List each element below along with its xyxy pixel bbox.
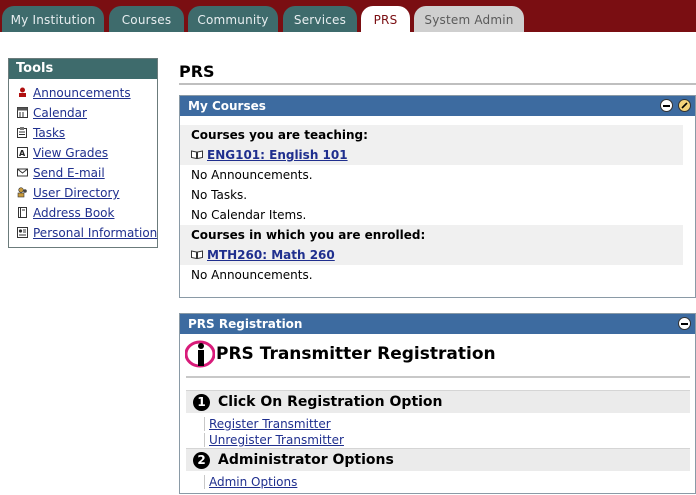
- register-transmitter-link[interactable]: Register Transmitter: [204, 417, 331, 431]
- tools-panel: Tools Announcements Calendar Tasks A View…: [8, 58, 158, 248]
- announcements-icon: [17, 87, 28, 98]
- step-2-label: Administrator Options: [218, 452, 394, 468]
- step-2-number: 2: [193, 452, 210, 469]
- email-icon: [17, 167, 28, 178]
- tools-item-send-email[interactable]: Send E-mail: [9, 163, 157, 183]
- grades-icon: A: [17, 147, 28, 158]
- tools-item-tasks[interactable]: Tasks: [9, 123, 157, 143]
- my-courses-panel: My Courses Courses you are teaching: ENG…: [179, 95, 696, 298]
- teaching-calendar: No Calendar Items.: [191, 208, 307, 222]
- tools-title: Tools: [9, 59, 157, 79]
- edit-icon[interactable]: [678, 99, 691, 112]
- minimize-icon[interactable]: [660, 99, 673, 112]
- tab-community[interactable]: Community: [188, 6, 278, 32]
- prs-registration-header: PRS Registration: [180, 314, 695, 334]
- tab-system-admin[interactable]: System Admin: [414, 6, 524, 32]
- registration-divider: [186, 376, 690, 378]
- admin-options-link[interactable]: Admin Options: [204, 475, 297, 489]
- course-link-eng101[interactable]: ENG101: English 101: [207, 148, 348, 162]
- top-tab-bar: My Institution Courses Community Service…: [0, 0, 696, 32]
- prs-registration-panel: PRS Registration PRS Transmitter Registr…: [179, 313, 696, 494]
- unregister-transmitter-link[interactable]: Unregister Transmitter: [204, 433, 344, 447]
- my-courses-title: My Courses: [188, 99, 266, 113]
- page-title: PRS: [179, 62, 215, 81]
- tools-item-announcements[interactable]: Announcements: [9, 83, 157, 103]
- enrolled-heading: Courses in which you are enrolled:: [180, 225, 683, 245]
- teaching-course-row: ENG101: English 101: [180, 145, 683, 165]
- tab-my-institution[interactable]: My Institution: [2, 6, 104, 32]
- step-1-band: 1 Click On Registration Option: [186, 390, 690, 413]
- course-book-icon: [191, 145, 203, 160]
- teaching-heading: Courses you are teaching:: [180, 125, 683, 145]
- title-divider: [179, 83, 696, 85]
- tools-item-view-grades[interactable]: A View Grades: [9, 143, 157, 163]
- prs-registration-heading: PRS Transmitter Registration: [216, 344, 496, 364]
- svg-text:A: A: [19, 149, 26, 158]
- address-book-icon: [17, 207, 28, 218]
- tab-prs[interactable]: PRS: [361, 6, 410, 32]
- tools-item-user-directory[interactable]: User Directory: [9, 183, 157, 203]
- tab-courses[interactable]: Courses: [109, 6, 184, 32]
- tools-item-personal-information[interactable]: Personal Information: [9, 223, 157, 243]
- personal-info-icon: [17, 227, 28, 238]
- prs-logo-icon: [184, 340, 216, 368]
- tools-item-calendar[interactable]: Calendar: [9, 103, 157, 123]
- step-2-band: 2 Administrator Options: [186, 448, 690, 471]
- course-link-mth260[interactable]: MTH260: Math 260: [207, 248, 335, 262]
- user-directory-icon: [17, 187, 28, 198]
- tasks-icon: [17, 127, 28, 138]
- prs-registration-title: PRS Registration: [188, 317, 303, 331]
- step-1-label: Click On Registration Option: [218, 394, 443, 410]
- enrolled-course-row: MTH260: Math 260: [180, 245, 683, 265]
- calendar-icon: [17, 107, 28, 118]
- tools-item-address-book[interactable]: Address Book: [9, 203, 157, 223]
- tab-services[interactable]: Services: [283, 6, 357, 32]
- enrolled-announcements: No Announcements.: [191, 268, 313, 282]
- minimize-icon[interactable]: [678, 317, 691, 330]
- course-book-icon: [191, 245, 203, 260]
- step-1-number: 1: [193, 394, 210, 411]
- teaching-tasks: No Tasks.: [191, 188, 248, 202]
- my-courses-header: My Courses: [180, 96, 695, 116]
- teaching-announcements: No Announcements.: [191, 168, 313, 182]
